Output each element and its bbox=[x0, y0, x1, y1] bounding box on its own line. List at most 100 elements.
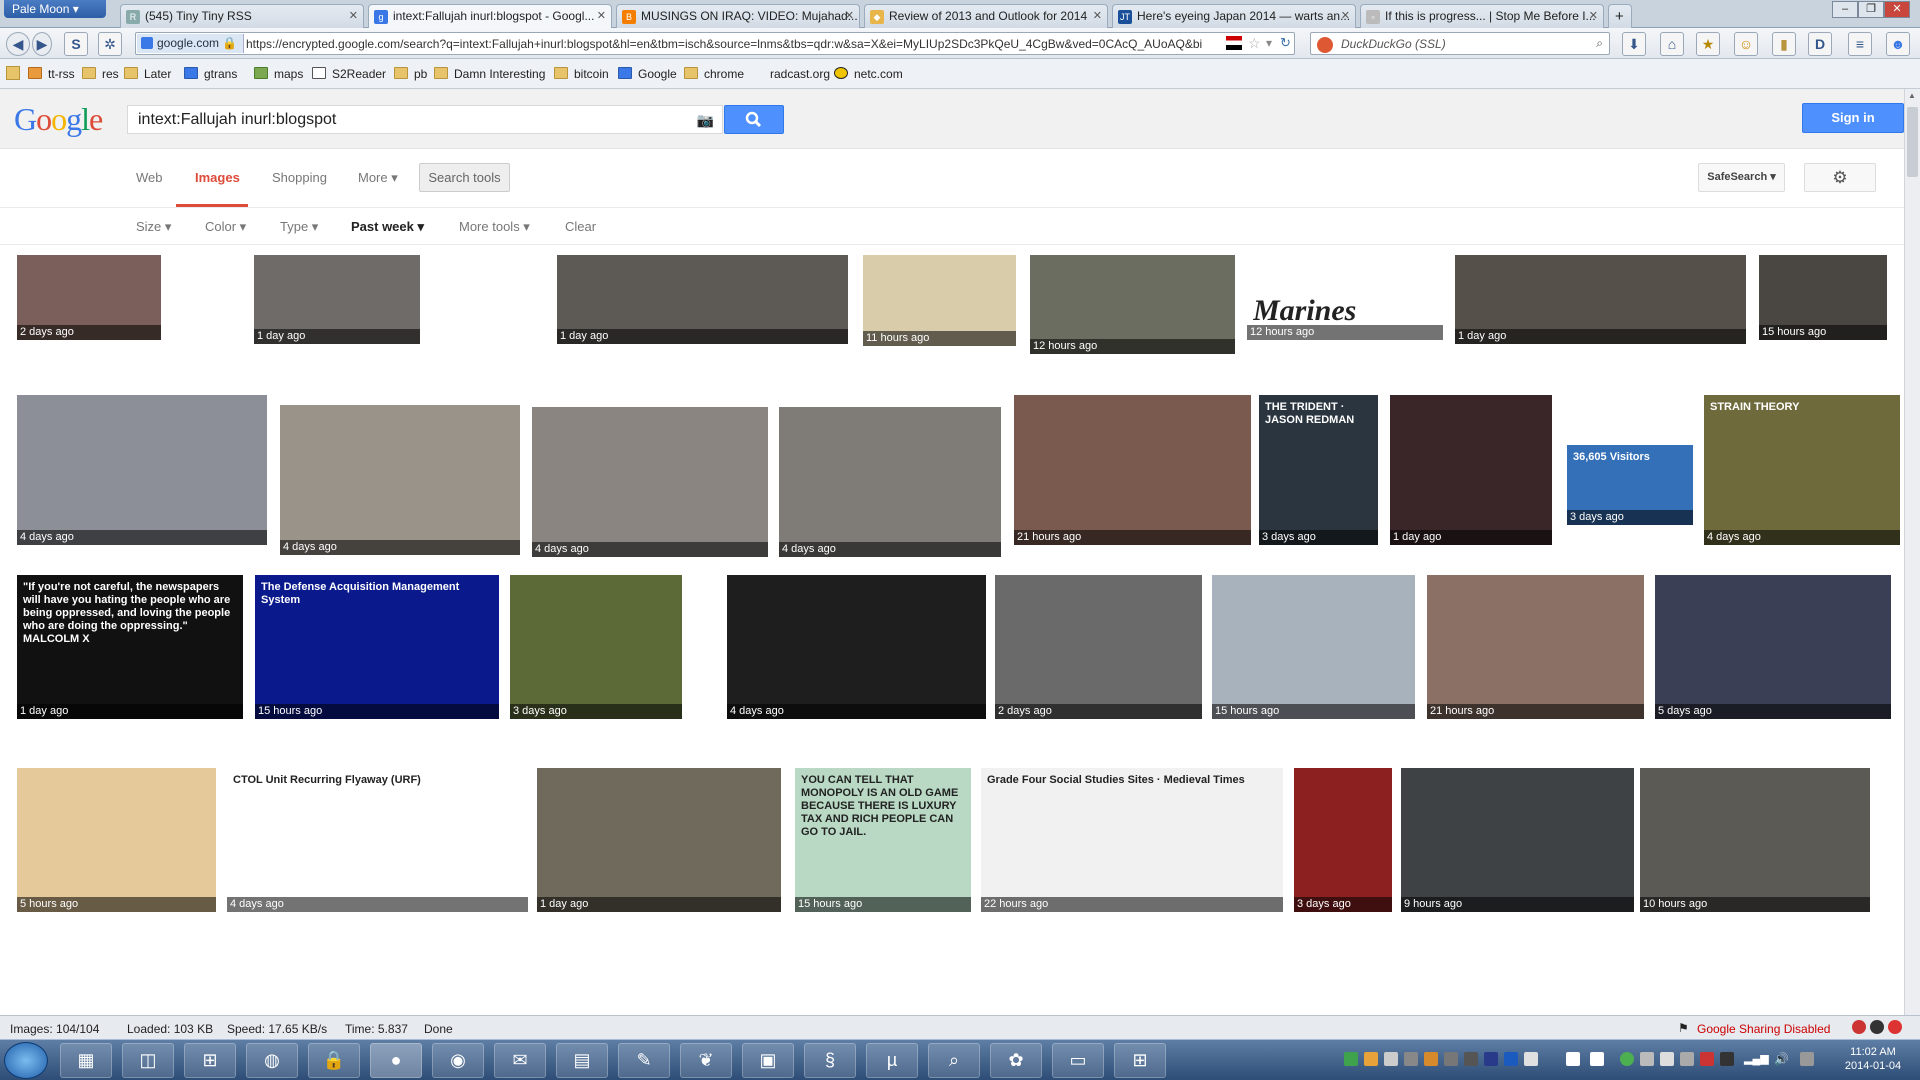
image-result[interactable]: 4 days ago bbox=[17, 395, 267, 545]
google-logo[interactable]: Google bbox=[14, 101, 103, 138]
image-result[interactable]: 15 hours ago bbox=[1759, 255, 1887, 340]
spreadsheet-icon[interactable]: ▤ bbox=[556, 1043, 608, 1078]
tray-icon[interactable] bbox=[1800, 1052, 1814, 1066]
maximize-icon[interactable]: ❐ bbox=[1858, 1, 1884, 18]
search-input[interactable]: intext:Fallujah inurl:blogspot 📷 bbox=[127, 105, 723, 134]
python-icon[interactable]: § bbox=[804, 1043, 856, 1078]
close-tab-icon[interactable]: ✕ bbox=[1093, 9, 1102, 22]
image-result[interactable]: 4 days ago bbox=[727, 575, 986, 719]
bookmarks-menu-icon[interactable]: ★ bbox=[1696, 32, 1720, 56]
bookmark-google[interactable]: Google bbox=[618, 67, 677, 81]
terminal-icon[interactable]: ▣ bbox=[742, 1043, 794, 1078]
tray-icon[interactable] bbox=[1566, 1052, 1580, 1066]
tray-icon[interactable] bbox=[1660, 1052, 1674, 1066]
search-button[interactable] bbox=[724, 105, 784, 134]
search-tools-button[interactable]: Search tools bbox=[419, 163, 510, 192]
tool-more-tools[interactable]: More tools ▾ bbox=[459, 219, 530, 235]
tray-icon[interactable] bbox=[1524, 1052, 1538, 1066]
image-result[interactable]: THE TRIDENT · JASON REDMAN 3 days ago bbox=[1259, 395, 1378, 545]
image-result[interactable]: 5 days ago bbox=[1655, 575, 1891, 719]
tab-review-2013[interactable]: ◆ Review of 2013 and Outlook for 2014 ✕ bbox=[864, 4, 1108, 28]
image-result[interactable]: 10 hours ago bbox=[1640, 768, 1870, 912]
sign-in-button[interactable]: Sign in bbox=[1802, 103, 1904, 133]
pale-moon-icon[interactable]: ● bbox=[370, 1043, 422, 1078]
image-result[interactable]: YOU CAN TELL THAT MONOPOLY IS AN OLD GAM… bbox=[795, 768, 971, 912]
forward-icon[interactable]: ▶ bbox=[32, 32, 52, 56]
thunderbird-icon[interactable]: ✉ bbox=[494, 1043, 546, 1078]
bookmark-radcast[interactable]: radcast.org bbox=[750, 67, 830, 81]
bookmark-netc[interactable]: netc.com bbox=[834, 67, 903, 81]
tab-stop-me[interactable]: ▫ If this is progress... | Stop Me Before… bbox=[1360, 4, 1604, 28]
vertical-scrollbar[interactable]: ▲ bbox=[1904, 89, 1920, 1015]
image-result[interactable]: 12 hours ago bbox=[1030, 255, 1235, 354]
windows-app-icon[interactable]: ⊞ bbox=[1114, 1043, 1166, 1078]
abp-icon[interactable] bbox=[1888, 1020, 1902, 1034]
image-result[interactable]: 2 days ago bbox=[995, 575, 1202, 719]
user-icon[interactable]: ☻ bbox=[1886, 32, 1910, 56]
search-app-icon[interactable]: ⌕ bbox=[928, 1043, 980, 1078]
bookmark-res[interactable]: res bbox=[82, 67, 119, 81]
image-result[interactable]: 21 hours ago bbox=[1427, 575, 1644, 719]
google-sharing-status[interactable]: Google Sharing Disabled bbox=[1697, 1022, 1830, 1036]
start-button-icon[interactable] bbox=[4, 1042, 48, 1079]
tab-web[interactable]: Web bbox=[136, 170, 163, 185]
image-result[interactable]: 15 hours ago bbox=[1212, 575, 1415, 719]
bookmarks-icon[interactable] bbox=[6, 66, 20, 80]
globe-icon[interactable]: ◍ bbox=[246, 1043, 298, 1078]
tray-icon[interactable] bbox=[1364, 1052, 1378, 1066]
tab-tiny-rss[interactable]: R (545) Tiny Tiny RSS ✕ bbox=[120, 4, 364, 28]
tab-more[interactable]: More ▾ bbox=[358, 170, 398, 186]
back-icon[interactable]: ◀ bbox=[6, 32, 30, 56]
close-tab-icon[interactable]: ✕ bbox=[845, 9, 854, 22]
image-result[interactable]: Grade Four Social Studies Sites · Mediev… bbox=[981, 768, 1283, 912]
tray-icon[interactable] bbox=[1404, 1052, 1418, 1066]
image-result[interactable]: 4 days ago bbox=[532, 407, 768, 557]
tool-clear[interactable]: Clear bbox=[565, 219, 596, 234]
scroll-up-icon[interactable]: ▲ bbox=[1908, 91, 1916, 100]
image-result[interactable]: CTOL Unit Recurring Flyaway (URF) 4 days … bbox=[227, 768, 528, 912]
bookmark-maps[interactable]: maps bbox=[254, 67, 303, 81]
close-tab-icon[interactable]: ✕ bbox=[349, 9, 358, 22]
tray-icon[interactable] bbox=[1680, 1052, 1694, 1066]
image-result[interactable]: 1 day ago bbox=[557, 255, 848, 344]
image-result[interactable]: 21 hours ago bbox=[1014, 395, 1251, 545]
utorrent-icon[interactable]: µ bbox=[866, 1043, 918, 1078]
addon-icon[interactable] bbox=[1852, 1020, 1866, 1034]
image-result[interactable]: 1 day ago bbox=[537, 768, 781, 912]
close-tab-icon[interactable]: ✕ bbox=[1341, 9, 1350, 22]
image-result[interactable]: 9 hours ago bbox=[1401, 768, 1634, 912]
chrome-icon[interactable]: ◉ bbox=[432, 1043, 484, 1078]
tray-icon[interactable] bbox=[1464, 1052, 1478, 1066]
evernote-icon[interactable]: ❦ bbox=[680, 1043, 732, 1078]
home-icon[interactable]: ⌂ bbox=[1660, 32, 1684, 56]
bookmark-star-icon[interactable]: ☆ bbox=[1248, 35, 1261, 52]
tray-icon[interactable] bbox=[1504, 1052, 1518, 1066]
bookmark-folder-icon[interactable]: ▮ bbox=[1772, 32, 1796, 56]
image-result[interactable]: Marines 12 hours ago bbox=[1247, 255, 1443, 340]
search-engine-box[interactable]: DuckDuckGo (SSL) ⌕ bbox=[1310, 32, 1610, 55]
bookmark-pb[interactable]: pb bbox=[394, 67, 427, 81]
tray-icon[interactable] bbox=[1384, 1052, 1398, 1066]
tab-shopping[interactable]: Shopping bbox=[272, 170, 327, 185]
screenshot-tool-icon[interactable]: ◫ bbox=[122, 1043, 174, 1078]
image-result[interactable]: 1 day ago bbox=[1390, 395, 1552, 545]
notepad-icon[interactable]: ✎ bbox=[618, 1043, 670, 1078]
app-menu-button[interactable]: Pale Moon ▾ bbox=[4, 0, 106, 18]
site-identity-button[interactable]: google.com 🔒 bbox=[137, 34, 245, 53]
tool-time[interactable]: Past week ▾ bbox=[351, 219, 424, 235]
bookmark-tt-rss[interactable]: tt-rss bbox=[28, 67, 75, 81]
image-result[interactable]: 3 days ago bbox=[510, 575, 682, 719]
camera-icon[interactable]: 📷 bbox=[697, 112, 714, 129]
bookmark-bitcoin[interactable]: bitcoin bbox=[554, 67, 609, 81]
url-text[interactable]: https://encrypted.google.com/search?q=in… bbox=[246, 37, 1246, 51]
tray-icon[interactable] bbox=[1620, 1052, 1634, 1066]
volume-icon[interactable]: 🔊 bbox=[1774, 1052, 1789, 1066]
close-tab-icon[interactable]: ✕ bbox=[597, 9, 606, 22]
bookmark-gtrans[interactable]: gtrans bbox=[184, 67, 237, 81]
network-icon[interactable]: ▂▄▆ bbox=[1744, 1052, 1769, 1066]
tool-type[interactable]: Type ▾ bbox=[280, 219, 318, 235]
close-tab-icon[interactable]: ✕ bbox=[1589, 9, 1598, 22]
tray-icon[interactable] bbox=[1484, 1052, 1498, 1066]
download-icon[interactable]: ⬇ bbox=[1622, 32, 1646, 56]
tray-icon[interactable] bbox=[1590, 1052, 1604, 1066]
